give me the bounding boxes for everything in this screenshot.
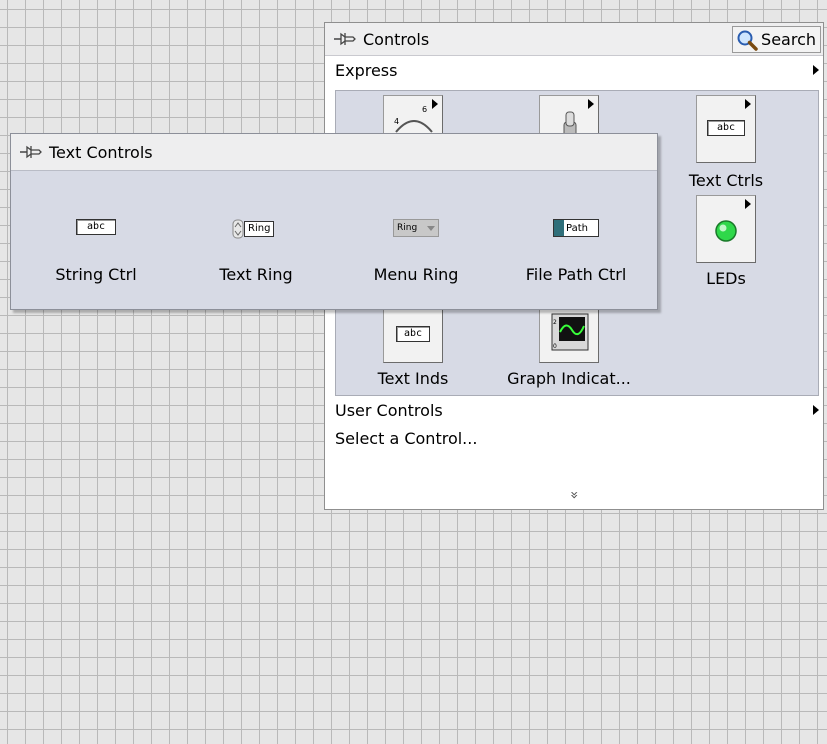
file-path-ctrl-label: File Path Ctrl <box>525 265 627 284</box>
string-ctrl-icon: abc <box>76 219 116 235</box>
menu-ring-icon: Ring <box>393 219 439 237</box>
menu-ring-item[interactable]: Ring Menu Ring <box>336 172 496 310</box>
dropdown-arrow-icon <box>427 225 435 231</box>
select-control-label: Select a Control... <box>335 428 478 448</box>
text-ctrls-label: Text Ctrls <box>688 171 764 190</box>
svg-text:6: 6 <box>422 105 427 114</box>
file-path-text: Path <box>566 222 588 234</box>
text-ctrls-icon: abc <box>707 120 745 136</box>
browse-folder-icon <box>554 220 564 236</box>
menu-item-express[interactable]: Express <box>325 56 823 84</box>
submenu-arrow-icon <box>432 99 438 109</box>
text-ctrls-category[interactable]: abc <box>696 95 756 163</box>
file-path-ctrl-item[interactable]: Path File Path Ctrl <box>496 172 656 310</box>
controls-palette-header: Controls Search <box>325 23 823 56</box>
menu-ring-text: Ring <box>397 223 418 233</box>
user-controls-label: User Controls <box>335 400 443 420</box>
led-icon <box>715 220 737 242</box>
text-ring-item[interactable]: Ring Text Ring <box>176 172 336 310</box>
text-ring-label: Text Ring <box>219 265 293 284</box>
svg-text:0: 0 <box>553 343 557 350</box>
text-inds-icon: abc <box>396 326 430 342</box>
controls-palette-title: Controls <box>363 29 430 49</box>
pin-icon[interactable] <box>333 28 357 50</box>
search-button[interactable]: Search <box>732 26 821 53</box>
svg-text:2: 2 <box>553 319 557 326</box>
leds-category[interactable] <box>696 195 756 263</box>
leds-label: LEDs <box>706 269 746 288</box>
expand-chevron-icon[interactable]: » <box>566 246 582 744</box>
text-ring-text: Ring <box>244 221 275 237</box>
submenu-arrow-icon <box>588 99 594 109</box>
text-controls-header: Text Controls <box>11 134 657 171</box>
string-ctrl-item[interactable]: abc String Ctrl <box>16 172 176 310</box>
submenu-arrow-icon <box>813 65 819 75</box>
search-label: Search <box>761 30 816 49</box>
submenu-arrow-icon <box>745 99 751 109</box>
pin-icon[interactable] <box>19 141 43 163</box>
submenu-arrow-icon <box>745 199 751 209</box>
submenu-arrow-icon <box>813 405 819 415</box>
string-ctrl-label: String Ctrl <box>55 265 137 284</box>
express-label: Express <box>335 60 398 80</box>
text-controls-title: Text Controls <box>49 142 153 162</box>
text-inds-label: Text Inds <box>377 369 449 388</box>
search-icon <box>737 30 758 51</box>
file-path-ctrl-icon: Path <box>553 219 599 237</box>
text-ring-icon: Ring <box>232 219 280 239</box>
svg-text:4: 4 <box>394 117 399 126</box>
ring-increment-icon <box>232 219 244 239</box>
menu-ring-label: Menu Ring <box>373 265 459 284</box>
text-controls-palette: Text Controls abc String Ctrl Ring Text … <box>10 133 658 310</box>
